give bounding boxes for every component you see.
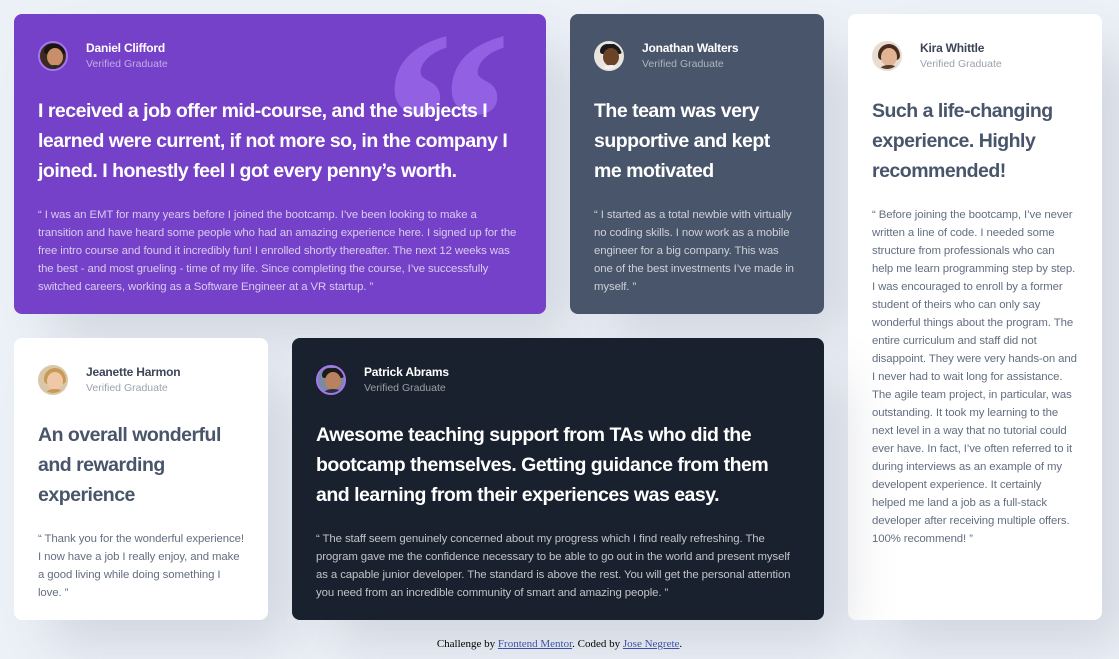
testimonial-body: “ I started as a total newbie with virtu… xyxy=(594,209,794,293)
testimonial-body: “ Before joining the bootcamp, I’ve neve… xyxy=(872,209,1077,545)
author-name: Kira Whittle xyxy=(920,40,985,55)
author-role: Verified Graduate xyxy=(86,57,168,70)
avatar-patrick-icon xyxy=(316,365,346,395)
author-name: Jeanette Harmon xyxy=(86,364,181,379)
avatar-jonathan-icon xyxy=(594,41,624,71)
testimonial-card-daniel: “ Daniel Clifford Verified Graduate I re… xyxy=(14,14,546,314)
author-role: Verified Graduate xyxy=(364,381,446,394)
author-name: Jonathan Walters xyxy=(642,40,739,55)
attribution: Challenge by Frontend Mentor. Coded by J… xyxy=(0,638,1119,650)
testimonial-card-jeanette: Jeanette Harmon Verified Graduate An ove… xyxy=(14,338,268,620)
testimonial-headline: Such a life-changing experience. Highly … xyxy=(872,100,1053,182)
author-role: Verified Graduate xyxy=(86,381,168,394)
testimonial-headline: An overall wonderful and rewarding exper… xyxy=(38,424,221,506)
testimonial-body: “ Thank you for the wonderful experience… xyxy=(38,533,244,599)
card-header: Jeanette Harmon Verified Graduate xyxy=(38,362,244,398)
avatar-daniel-icon xyxy=(38,41,68,71)
attribution-suffix: . xyxy=(679,638,683,650)
testimonial-headline: Awesome teaching support from TAs who di… xyxy=(316,424,769,506)
author-link[interactable]: Jose Negrete xyxy=(623,638,680,650)
card-header: Jonathan Walters Verified Graduate xyxy=(594,38,800,74)
testimonial-headline: The team was very supportive and kept me… xyxy=(594,100,770,182)
testimonial-body: “ The staff seem genuinely concerned abo… xyxy=(316,533,791,599)
author-role: Verified Graduate xyxy=(920,57,1002,70)
author-name: Patrick Abrams xyxy=(364,364,449,379)
avatar-kira-icon xyxy=(872,41,902,71)
author-role: Verified Graduate xyxy=(642,57,724,70)
card-header: Kira Whittle Verified Graduate xyxy=(872,38,1078,74)
frontend-mentor-link[interactable]: Frontend Mentor xyxy=(498,638,572,650)
avatar-jeanette-icon xyxy=(38,365,68,395)
attribution-prefix: Challenge by xyxy=(436,638,498,650)
testimonial-card-kira: Kira Whittle Verified Graduate Such a li… xyxy=(848,14,1102,620)
testimonial-body: “ I was an EMT for many years before I j… xyxy=(38,209,517,293)
card-header: Daniel Clifford Verified Graduate xyxy=(38,38,522,74)
testimonial-card-jonathan: Jonathan Walters Verified Graduate The t… xyxy=(570,14,824,314)
testimonial-headline: I received a job offer mid-course, and t… xyxy=(38,100,508,182)
author-name: Daniel Clifford xyxy=(86,40,166,55)
card-header: Patrick Abrams Verified Graduate xyxy=(316,362,800,398)
testimonial-card-patrick: Patrick Abrams Verified Graduate Awesome… xyxy=(292,338,824,620)
attribution-middle: . Coded by xyxy=(572,638,623,650)
